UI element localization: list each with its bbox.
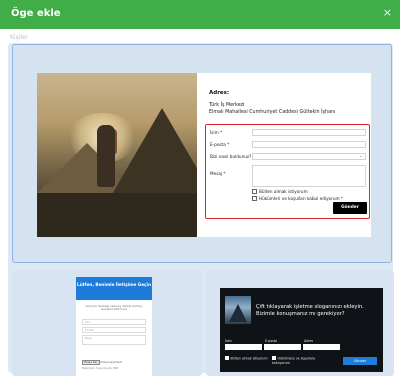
email-label: E-posta * — [210, 142, 230, 147]
slogan-heading: Çift tıklayarak işletme sloganınızı ekle… — [256, 304, 364, 317]
mountain-image — [225, 296, 251, 324]
terms-checkbox[interactable]: Hükümleri ve koşulları kabul ediyorum * — [252, 196, 343, 201]
address-label: Adres — [304, 339, 314, 343]
contact-form: İsim * E-posta * Bizi nasıl buldunuz? * … — [205, 124, 370, 219]
email-input — [264, 344, 301, 350]
address-line: Elmalı Mahallesi Cumhuriyet Caddesi Gült… — [209, 110, 336, 115]
newsletter-checkbox[interactable]: Bülten almak istiyorum — [252, 189, 308, 194]
name-input[interactable] — [252, 129, 366, 136]
message-input: Mesaj — [82, 335, 146, 345]
chevron-down-icon: ⌄ — [358, 153, 363, 159]
file-upload: Dosya Seç Dosya seçilmedi — [82, 360, 122, 365]
template-card-contact-blue[interactable]: Lütfen, Benimle İletişime Geçin Add your… — [12, 270, 202, 376]
name-input — [225, 344, 262, 350]
email-input: E-posta — [82, 327, 146, 333]
name-input: İsim — [82, 319, 146, 325]
newsletter-checkbox: Bülten almak istiyorum — [225, 356, 268, 361]
source-select[interactable]: ⌄ — [252, 153, 366, 160]
checkbox-icon[interactable] — [252, 196, 257, 201]
address-block: Adres: Türk İş Merkezi Elmalı Mahallesi … — [209, 90, 359, 115]
banner-title: Lütfen, Benimle İletişime Geçin — [76, 277, 152, 300]
email-label: E-posta — [265, 339, 278, 343]
address-line: Türk İş Merkezi — [209, 103, 245, 108]
message-textarea[interactable] — [252, 165, 366, 187]
name-label: İsim * — [210, 130, 223, 135]
name-label: İsim — [225, 339, 232, 343]
hiker-image — [37, 73, 197, 237]
template-card-contact-dark[interactable]: Çift tıklayarak işletme sloganınızı ekle… — [206, 270, 394, 376]
address-input — [303, 344, 340, 350]
section-label: Kişiler — [10, 34, 29, 41]
template-preview: Çift tıklayarak işletme sloganınızı ekle… — [220, 288, 383, 372]
template-preview: Lütfen, Benimle İletişime Geçin Add your… — [76, 277, 152, 376]
submit-button[interactable]: Gönder — [333, 202, 367, 214]
modal-header: Öge ekle × — [0, 0, 400, 29]
address-heading: Adres: — [209, 90, 230, 96]
modal-title: Öge ekle — [11, 8, 61, 19]
close-icon[interactable]: × — [383, 7, 392, 18]
source-label: Bizi nasıl buldunuz? * — [210, 154, 255, 159]
email-input[interactable] — [252, 141, 366, 148]
terms-checkbox: Hükümlere ve koşullara katılıyorum — [272, 356, 316, 365]
banner-subtitle: Add your business name by double clickin… — [85, 305, 143, 312]
message-label: Mesaj * — [210, 171, 226, 176]
submit-button: Gönder — [343, 357, 377, 365]
add-item-modal: Öge ekle × Kişiler Adres: Türk İş Merkez… — [0, 0, 400, 376]
checkbox-icon[interactable] — [252, 189, 257, 194]
file-size-note: Maksimum dosya boyutu 5MB — [82, 367, 118, 370]
